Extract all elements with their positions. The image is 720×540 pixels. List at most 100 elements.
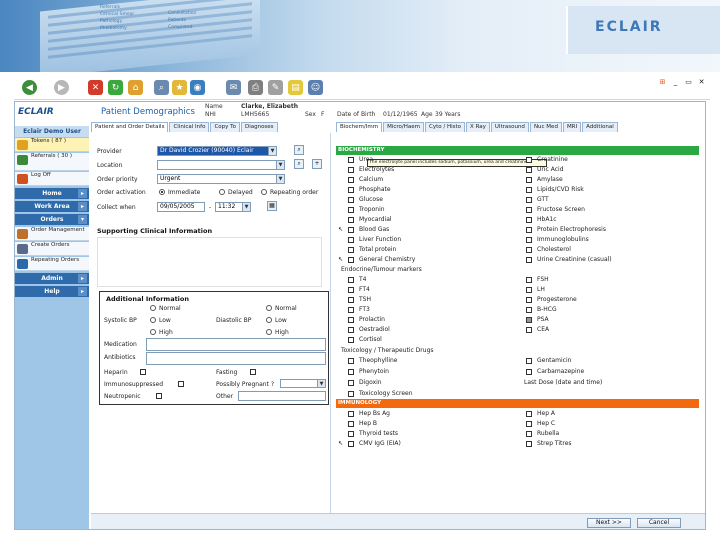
tab-copy-to[interactable]: Copy To [210, 122, 240, 132]
immunology-test-checkbox[interactable] [526, 411, 532, 417]
biochem-test-checkbox[interactable] [526, 207, 532, 213]
endocrine-test-checkbox[interactable] [348, 327, 354, 333]
sidebar-item-repeating-orders[interactable]: Repeating Orders [15, 257, 89, 271]
media-icon[interactable]: ◉ [190, 80, 205, 95]
endocrine-test-checkbox[interactable] [526, 317, 532, 323]
location-add-button[interactable]: + [312, 159, 322, 169]
endocrine-test-checkbox[interactable] [348, 287, 354, 293]
sidebar-item-tokens[interactable]: Tokens ( 87 ) [15, 138, 89, 152]
toxicology-test-checkbox[interactable] [348, 380, 354, 386]
provider-select[interactable]: Dr David Crozier (90040) Eclair ▼ [157, 146, 277, 156]
biochem-test-checkbox[interactable] [348, 227, 354, 233]
tab-biochem-imm[interactable]: Biochem/Imm [336, 122, 383, 132]
refresh-icon[interactable]: ↻ [108, 80, 123, 95]
immunology-test-checkbox[interactable] [348, 441, 354, 447]
immunology-test-checkbox[interactable] [348, 431, 354, 437]
sidebar-section-help[interactable]: Help ▸ [15, 286, 89, 297]
toxicology-test-checkbox[interactable] [348, 369, 354, 375]
toxicology-test-checkbox[interactable] [348, 391, 354, 397]
tab-additional[interactable]: Additional [582, 122, 618, 132]
biochem-test-checkbox[interactable] [526, 187, 532, 193]
diastolic-high-radio[interactable] [266, 329, 272, 335]
antibiotics-input[interactable] [146, 352, 326, 365]
forward-icon[interactable]: ▶ [54, 80, 69, 95]
endocrine-test-checkbox[interactable] [348, 317, 354, 323]
next-button[interactable]: Next >> [587, 518, 631, 528]
location-select[interactable]: ▼ [157, 160, 285, 170]
biochem-test-checkbox[interactable] [348, 167, 354, 173]
sidebar-item-log-off[interactable]: Log Off [15, 172, 89, 186]
biochem-test-checkbox[interactable] [348, 207, 354, 213]
endocrine-test-checkbox[interactable] [348, 307, 354, 313]
collect-date-input[interactable]: 09/05/2005 [157, 202, 205, 212]
biochem-test-checkbox[interactable] [348, 187, 354, 193]
endocrine-test-checkbox[interactable] [348, 337, 354, 343]
endocrine-test-checkbox[interactable] [348, 297, 354, 303]
biochem-test-checkbox[interactable] [526, 177, 532, 183]
pregnant-select[interactable]: ▼ [280, 379, 326, 388]
home-icon[interactable]: ⌂ [128, 80, 143, 95]
print-icon[interactable]: ⎙ [248, 80, 263, 95]
diastolic-normal-radio[interactable] [266, 305, 272, 311]
radio-repeating[interactable] [261, 189, 267, 195]
messenger-icon[interactable]: ☺ [308, 80, 323, 95]
biochem-test-checkbox[interactable] [526, 157, 532, 163]
immunology-test-checkbox[interactable] [348, 421, 354, 427]
priority-select[interactable]: Urgent ▼ [157, 174, 285, 184]
neutropenic-checkbox[interactable] [156, 393, 162, 399]
folder-icon[interactable]: ▤ [288, 80, 303, 95]
cancel-button[interactable]: Cancel [637, 518, 681, 528]
endocrine-test-checkbox[interactable] [526, 277, 532, 283]
radio-delayed[interactable] [219, 189, 225, 195]
heparin-checkbox[interactable] [140, 369, 146, 375]
medication-input[interactable] [146, 338, 326, 351]
provider-search-button[interactable]: ⌕ [294, 145, 304, 155]
biochem-test-checkbox[interactable] [526, 167, 532, 173]
favorites-icon[interactable]: ★ [172, 80, 187, 95]
collect-time-input[interactable]: 11:32 ▼ [215, 202, 251, 212]
toxicology-test-checkbox[interactable] [526, 369, 532, 375]
immunosuppressed-checkbox[interactable] [178, 381, 184, 387]
systolic-high-radio[interactable] [150, 329, 156, 335]
toxicology-test-checkbox[interactable] [348, 358, 354, 364]
sidebar-item-referrals[interactable]: Referrals ( 30 ) [15, 153, 89, 171]
calendar-button[interactable]: ▦ [267, 201, 277, 211]
biochem-test-checkbox[interactable] [526, 217, 532, 223]
biochem-test-checkbox[interactable] [348, 157, 354, 163]
location-search-button[interactable]: ⌕ [294, 159, 304, 169]
systolic-normal-radio[interactable] [150, 305, 156, 311]
biochem-test-checkbox[interactable] [526, 197, 532, 203]
biochem-test-checkbox[interactable] [348, 257, 354, 263]
endocrine-test-checkbox[interactable] [526, 327, 532, 333]
tab-cyto-histo[interactable]: Cyto / Histo [425, 122, 466, 132]
tab-ultrasound[interactable]: Ultrasound [490, 122, 529, 132]
tab-x-ray[interactable]: X Ray [466, 122, 490, 132]
tab-mri[interactable]: MRI [562, 122, 582, 132]
sidebar-section-admin[interactable]: Admin ▸ [15, 273, 89, 284]
sidebar-item-create-orders[interactable]: Create Orders [15, 242, 89, 256]
other-input[interactable] [238, 391, 326, 401]
supporting-info-textarea[interactable] [97, 237, 322, 287]
toxicology-test-checkbox[interactable] [526, 358, 532, 364]
stop-icon[interactable]: ✕ [88, 80, 103, 95]
sidebar-section-work-area[interactable]: Work Area ▸ [15, 201, 89, 212]
biochem-test-checkbox[interactable] [348, 177, 354, 183]
radio-immediate[interactable] [159, 189, 165, 195]
systolic-low-radio[interactable] [150, 317, 156, 323]
edit-icon[interactable]: ✎ [268, 80, 283, 95]
fasting-checkbox[interactable] [250, 369, 256, 375]
endocrine-test-checkbox[interactable] [348, 277, 354, 283]
biochem-test-checkbox[interactable] [526, 237, 532, 243]
tab-patient-order-details[interactable]: Patient and Order Details [91, 122, 169, 132]
immunology-test-checkbox[interactable] [526, 421, 532, 427]
immunology-test-checkbox[interactable] [526, 441, 532, 447]
mail-icon[interactable]: ✉ [226, 80, 241, 95]
diastolic-low-radio[interactable] [266, 317, 272, 323]
restore-icon[interactable]: ▭ [684, 78, 693, 87]
endocrine-test-checkbox[interactable] [526, 287, 532, 293]
tab-diagnoses[interactable]: Diagnoses [240, 122, 278, 132]
endocrine-test-checkbox[interactable] [526, 297, 532, 303]
biochem-test-checkbox[interactable] [348, 197, 354, 203]
biochem-test-checkbox[interactable] [526, 227, 532, 233]
minimize-icon[interactable]: _ [671, 78, 680, 87]
